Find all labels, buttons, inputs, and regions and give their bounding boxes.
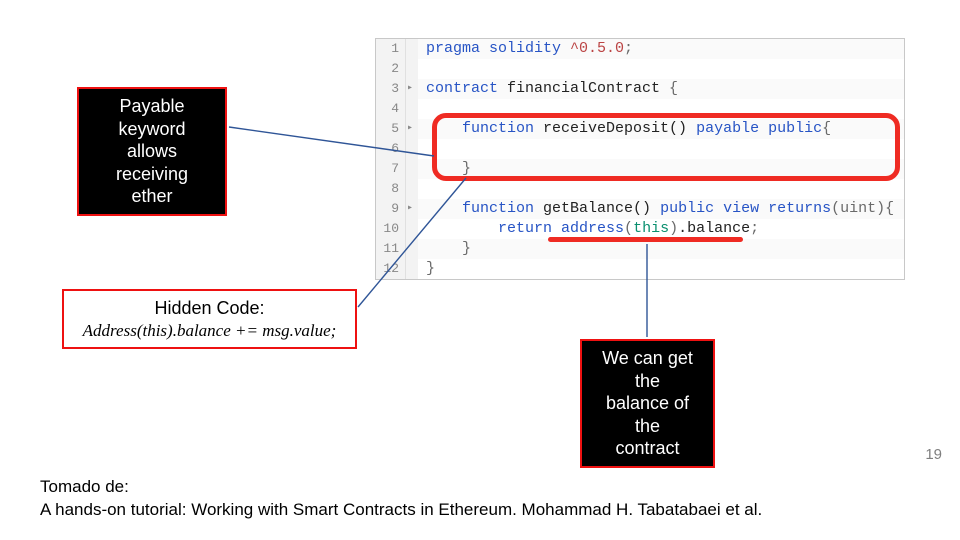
code-line-12: 12 } — [376, 259, 904, 279]
code-line-3: 3 ▸ contract financialContract { — [376, 79, 904, 99]
callout-line: Address(this).balance += msg.value; — [74, 320, 345, 341]
callout-line: We can get the — [592, 347, 703, 392]
fold-toggle-icon: ▸ — [406, 79, 418, 99]
code-line-8: 8 — [376, 179, 904, 199]
callout-line: Payable keyword — [89, 95, 215, 140]
code-line-6: 6 — [376, 139, 904, 159]
fold-toggle-icon: ▸ — [406, 199, 418, 219]
line-number: 12 — [376, 259, 406, 279]
slide-number: 19 — [925, 446, 942, 463]
line-number: 7 — [376, 159, 406, 179]
line-number: 11 — [376, 239, 406, 259]
callout-line: Hidden Code: — [74, 297, 345, 320]
line-number: 3 — [376, 79, 406, 99]
code-line-7: 7 } — [376, 159, 904, 179]
fold-toggle-icon: ▸ — [406, 119, 418, 139]
line-number: 8 — [376, 179, 406, 199]
callout-line: ether — [89, 185, 215, 208]
line-number: 4 — [376, 99, 406, 119]
code-line-1: 1 pragma solidity ^0.5.0; — [376, 39, 904, 59]
code-line-9: 9 ▸ function getBalance() public view re… — [376, 199, 904, 219]
fold-gutter — [406, 39, 418, 59]
line-number: 2 — [376, 59, 406, 79]
citation-label: Tomado de: — [40, 476, 762, 499]
citation: Tomado de: A hands-on tutorial: Working … — [40, 476, 762, 522]
callout-payable: Payable keyword allows receiving ether — [77, 87, 227, 216]
line-number: 6 — [376, 139, 406, 159]
callout-hidden-code: Hidden Code: Address(this).balance += ms… — [62, 289, 357, 349]
line-number: 5 — [376, 119, 406, 139]
code-line-5: 5 ▸ function receiveDeposit() payable pu… — [376, 119, 904, 139]
code-line-4: 4 — [376, 99, 904, 119]
callout-line: balance of the — [592, 392, 703, 437]
line-number: 1 — [376, 39, 406, 59]
code-editor: 1 pragma solidity ^0.5.0; 2 3 ▸ contract… — [375, 38, 905, 280]
code-line-2: 2 — [376, 59, 904, 79]
line-number: 10 — [376, 219, 406, 239]
citation-text: A hands-on tutorial: Working with Smart … — [40, 499, 762, 522]
callout-line: contract — [592, 437, 703, 460]
callout-get-balance: We can get the balance of the contract — [580, 339, 715, 468]
code-text: pragma solidity ^0.5.0; — [418, 39, 904, 59]
callout-line: allows receiving — [89, 140, 215, 185]
code-line-10: 10 return address(this).balance; — [376, 219, 904, 239]
line-number: 9 — [376, 199, 406, 219]
code-line-11: 11 } — [376, 239, 904, 259]
